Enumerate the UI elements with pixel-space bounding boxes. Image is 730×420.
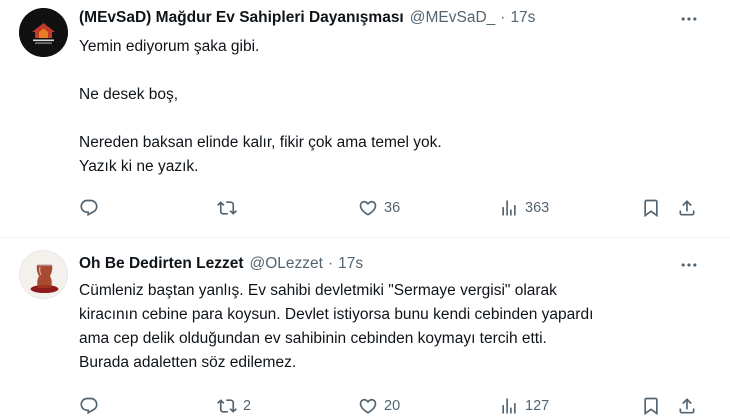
retweet-count: 2 [243, 398, 252, 414]
house-logo-icon [19, 8, 68, 57]
like-button[interactable]: 36 [358, 198, 400, 218]
bookmark-icon [641, 396, 661, 416]
tweet-line: Nereden baksan elinde kalır, fikir çok a… [79, 134, 442, 151]
share-button[interactable] [677, 396, 697, 416]
author-handle[interactable]: @OLezzet [250, 255, 323, 273]
tweet-line: Cümleniz baştan yanlış. Ev sahibi devlet… [79, 282, 557, 299]
share-icon [677, 396, 697, 416]
tweet-line: Yemin ediyorum şaka gibi. [79, 38, 260, 55]
retweet-button[interactable] [217, 198, 237, 218]
tweet-timestamp[interactable]: 17s [338, 255, 363, 273]
like-count: 36 [384, 200, 401, 216]
reply-button[interactable] [79, 396, 99, 416]
tweet-line: Ne desek boş, [79, 86, 179, 103]
tweet-header: Oh Be Dedirten Lezzet @OLezzet · 17s [79, 253, 670, 275]
tweet-actions: 2 20 127 [79, 396, 700, 420]
tweet-actions: 36 363 [79, 198, 700, 222]
tweet-line: ama cep delik olduğundan ev sahibinin ce… [79, 330, 547, 347]
share-icon [677, 198, 697, 218]
author-handle[interactable]: @MEvSaD_ [410, 9, 496, 27]
tweet[interactable]: (MEvSaD) Mağdur Ev Sahipleri Dayanışması… [0, 0, 730, 238]
author-name[interactable]: Oh Be Dedirten Lezzet [79, 255, 244, 273]
heart-icon [358, 396, 378, 416]
views-button[interactable]: 363 [499, 198, 549, 218]
tweet-line: kiracının cebine para koysun. Devlet ist… [79, 306, 594, 323]
reply-icon [79, 198, 99, 218]
tea-glass-icon [20, 251, 67, 298]
reply-icon [79, 396, 99, 416]
retweet-icon [217, 396, 237, 416]
tweet[interactable]: Oh Be Dedirten Lezzet @OLezzet · 17s Cüm… [0, 238, 730, 420]
retweet-icon [217, 198, 237, 218]
retweet-button[interactable]: 2 [217, 396, 251, 416]
avatar[interactable] [19, 250, 68, 299]
bookmark-icon [641, 198, 661, 218]
tweet-header: (MEvSaD) Mağdur Ev Sahipleri Dayanışması… [79, 7, 670, 29]
reply-button[interactable] [79, 198, 99, 218]
bookmark-button[interactable] [641, 396, 661, 416]
more-icon[interactable] [678, 254, 700, 276]
separator-dot: · [500, 9, 506, 26]
view-count: 363 [525, 200, 550, 216]
tweet-timestamp[interactable]: 17s [510, 9, 535, 27]
like-button[interactable]: 20 [358, 396, 400, 416]
tweet-line: Yazık ki ne yazık. [79, 158, 199, 175]
tweet-text: Yemin ediyorum şaka gibi. Ne desek boş, … [79, 35, 690, 179]
views-button[interactable]: 127 [499, 396, 549, 416]
tweet-line: Burada adaletten söz edilemez. [79, 354, 297, 371]
author-name[interactable]: (MEvSaD) Mağdur Ev Sahipleri Dayanışması [79, 9, 404, 27]
like-count: 20 [384, 398, 401, 414]
views-icon [499, 198, 519, 218]
view-count: 127 [525, 398, 550, 414]
bookmark-button[interactable] [641, 198, 661, 218]
separator-dot: · [327, 255, 334, 272]
avatar[interactable] [19, 8, 68, 57]
tweet-text: Cümleniz baştan yanlış. Ev sahibi devlet… [79, 279, 690, 375]
share-button[interactable] [677, 198, 697, 218]
heart-icon [358, 198, 378, 218]
views-icon [499, 396, 519, 416]
more-icon[interactable] [678, 8, 700, 30]
